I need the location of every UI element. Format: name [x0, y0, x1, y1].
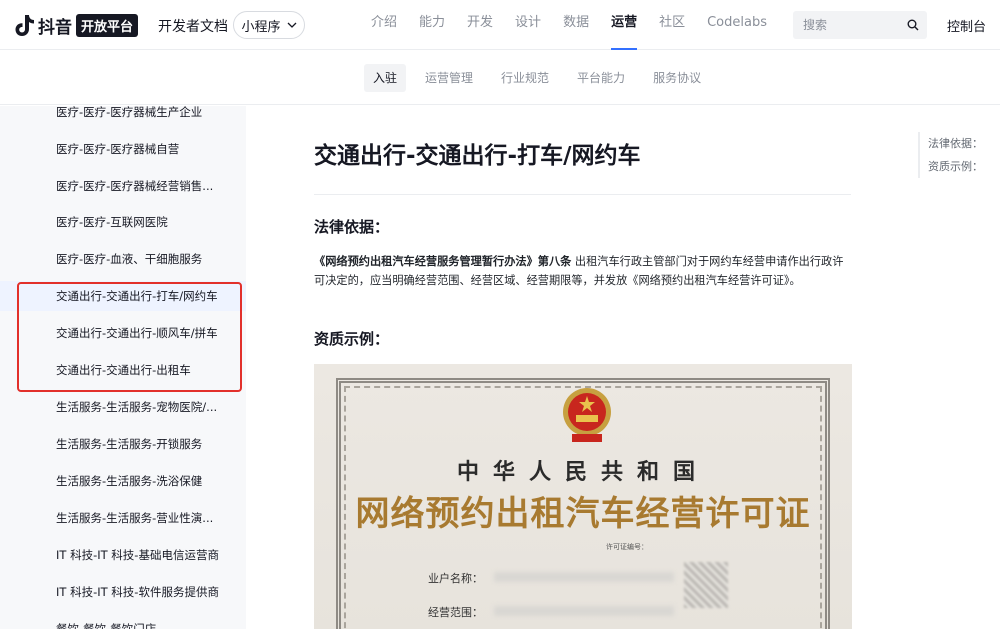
nav-item-codelabs[interactable]: Codelabs	[707, 0, 767, 50]
product-select-label: 小程序	[241, 19, 281, 35]
certificate-license-no-label: 许可证编号：	[606, 543, 648, 551]
sidebar-item[interactable]: 医疗-医疗-医疗器械自营	[0, 134, 246, 164]
subnav-tab-platform-capability[interactable]: 平台能力	[568, 64, 634, 92]
nav-item-intro[interactable]: 介绍	[371, 0, 397, 50]
sidebar-item[interactable]: 生活服务-生活服务-宠物医院/...	[0, 392, 246, 422]
title-divider	[314, 194, 851, 195]
national-emblem-icon	[563, 388, 611, 442]
console-link[interactable]: 控制台	[947, 16, 986, 35]
search-box	[793, 11, 927, 39]
subnav-tabs: 入驻 运营管理 行业规范 平台能力 服务协议	[364, 64, 710, 92]
sidebar-item[interactable]: IT 科技-IT 科技-基础电信运营商	[0, 540, 246, 570]
sub-navbar: 入驻 运营管理 行业规范 平台能力 服务协议	[0, 51, 1000, 105]
legal-reference: 《网络预约出租汽车经营服务管理暂行办法》第八条	[314, 255, 572, 268]
sidebar-item[interactable]: 生活服务-生活服务-营业性演...	[0, 503, 246, 533]
main-content: 交通出行-交通出行-打车/网约车 法律依据： 《网络预约出租汽车经营服务管理暂行…	[246, 106, 906, 629]
brand-badge: 开放平台	[76, 13, 139, 37]
nav-item-data[interactable]: 数据	[563, 0, 589, 50]
redacted-field	[494, 572, 674, 582]
legal-basis-paragraph: 《网络预约出租汽车经营服务管理暂行办法》第八条 出租汽车行政主管部门对于网约车经…	[314, 252, 854, 290]
certificate-image: 中华人民共和国 网络预约出租汽车经营许可证 许可证编号： 业户名称： 经营范围：	[314, 364, 852, 629]
search-icon[interactable]	[907, 19, 919, 31]
sidebar: 医疗-医疗-医疗器械生产企业 医疗-医疗-医疗器械自营 医疗-医疗-医疗器械经营…	[0, 106, 246, 629]
subnav-tab-industry-rules[interactable]: 行业规范	[492, 64, 558, 92]
sidebar-item[interactable]: IT 科技-IT 科技-软件服务提供商	[0, 577, 246, 607]
sidebar-item[interactable]: 医疗-医疗-医疗器械经营销售...	[0, 171, 246, 201]
certificate-scope-label: 经营范围：	[428, 606, 483, 619]
search-input[interactable]	[793, 11, 893, 39]
subnav-tab-operation-management[interactable]: 运营管理	[416, 64, 482, 92]
certificate-holder-label: 业户名称：	[428, 572, 483, 585]
sidebar-item[interactable]: 医疗-医疗-血液、干细胞服务	[0, 244, 246, 274]
sidebar-item[interactable]: 医疗-医疗-互联网医院	[0, 207, 246, 237]
toc-item-legal-basis[interactable]: 法律依据：	[928, 132, 983, 155]
nav-item-community[interactable]: 社区	[659, 0, 685, 50]
qr-code-blurred	[684, 562, 728, 608]
sidebar-item[interactable]: 生活服务-生活服务-洗浴保健	[0, 466, 246, 496]
product-select[interactable]: 小程序	[233, 11, 305, 39]
chevron-down-icon	[287, 22, 296, 28]
nav-item-capability[interactable]: 能力	[419, 0, 445, 50]
redacted-field	[494, 606, 674, 616]
legal-basis-heading: 法律依据：	[314, 218, 390, 236]
page-title: 交通出行-交通出行-打车/网约车	[314, 143, 641, 169]
brand-word: 抖音	[38, 17, 72, 38]
subnav-tab-service-agreement[interactable]: 服务协议	[644, 64, 710, 92]
nav-item-develop[interactable]: 开发	[467, 0, 493, 50]
qualification-example-heading: 资质示例：	[314, 330, 390, 348]
subnav-tab-settle-in[interactable]: 入驻	[364, 64, 407, 92]
doc-title[interactable]: 开发者文档	[158, 16, 228, 36]
table-of-contents: 法律依据： 资质示例：	[918, 132, 983, 178]
logo[interactable]: 抖音 开放平台	[14, 13, 139, 38]
nav-item-design[interactable]: 设计	[515, 0, 541, 50]
top-navbar: 抖音 开放平台 开发者文档 小程序 介绍 能力 开发 设计 数据 运营 社区 C…	[0, 0, 1000, 50]
highlight-annotation-box	[17, 282, 242, 392]
certificate-name: 网络预约出租汽车经营许可证	[355, 494, 811, 534]
douyin-logo-icon	[15, 15, 34, 36]
sidebar-item[interactable]: 医疗-医疗-医疗器械生产企业	[0, 106, 246, 127]
main-nav: 介绍 能力 开发 设计 数据 运营 社区 Codelabs	[360, 0, 778, 50]
certificate-country: 中华人民共和国	[456, 459, 709, 485]
sidebar-item[interactable]: 生活服务-生活服务-开锁服务	[0, 429, 246, 459]
sidebar-item[interactable]: 餐饮-餐饮-餐饮门店	[0, 614, 246, 629]
toc-item-qualification-example[interactable]: 资质示例：	[928, 155, 983, 178]
nav-item-operation[interactable]: 运营	[611, 0, 638, 50]
